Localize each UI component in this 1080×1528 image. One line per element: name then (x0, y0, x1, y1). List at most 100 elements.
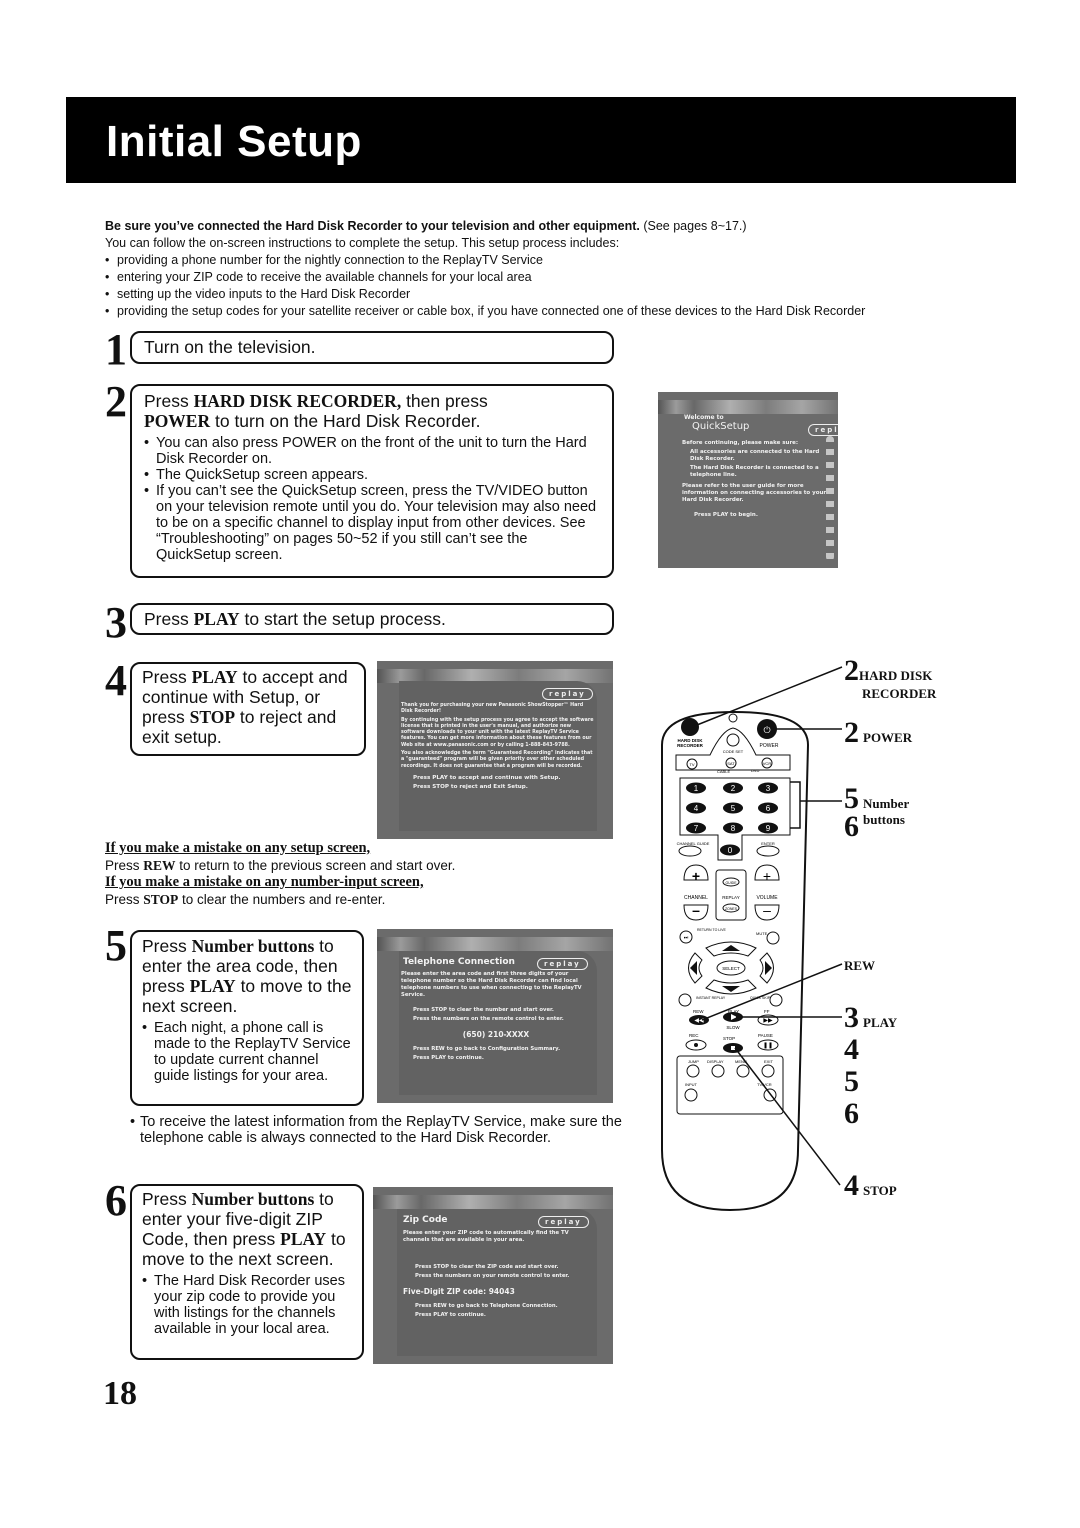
digit-label: 6 (766, 804, 771, 813)
zip-i1: Press STOP to clear the ZIP code and sta… (415, 1264, 559, 1270)
jump-label: JUMP (688, 1059, 699, 1064)
enter-label: ENTER (761, 841, 775, 846)
pause-icon: ❚❚ (763, 1042, 773, 1049)
text-fragment: Press (105, 892, 144, 907)
power-icon: ⏻ (763, 725, 770, 735)
tel-i1: Press STOP to clear the number and start… (413, 1007, 554, 1013)
bullet-glyph: • (130, 1114, 136, 1130)
step-5-note-text: To receive the latest information from t… (140, 1114, 622, 1146)
plus-icon: + (692, 868, 700, 884)
zip-value: Five-Digit ZIP code: 94043 (403, 1287, 515, 1296)
digit-label: 0 (728, 846, 733, 855)
mistake-text-setup: Press REW to return to the previous scre… (105, 857, 625, 874)
step-5-number: 5 (105, 921, 127, 970)
jump-button (686, 1064, 700, 1078)
number-buttons-key: Number buttons (191, 936, 315, 956)
cable-label: CABLE (717, 769, 730, 774)
callout-label: PLAY (863, 1015, 898, 1030)
channel-guide-label: CHANNEL GUIDE (677, 841, 710, 846)
step-2-box: Press HARD DISK RECORDER, then press POW… (130, 384, 614, 578)
zip-p1: Please enter your ZIP code to automatica… (403, 1230, 569, 1243)
exit-button (761, 1064, 775, 1078)
quick-skip-button (769, 993, 783, 1007)
zip-n2: Press PLAY to continue. (415, 1312, 486, 1318)
tel-title: Telephone Connection (403, 957, 515, 967)
mistake-text-number: Press STOP to clear the numbers and re-e… (105, 891, 625, 908)
enter-button (756, 845, 780, 857)
license-reject: Press STOP to reject and Exit Setup. (413, 783, 528, 790)
license-p2: By continuing with the setup process you… (401, 717, 594, 748)
record-icon (694, 1043, 698, 1047)
digit-label: 2 (731, 784, 736, 793)
callout-label: STOP (863, 1183, 897, 1198)
callout-step-number: 4 (844, 1169, 859, 1202)
callout-stop: 4 STOP (844, 1171, 897, 1201)
tel-p1: Please enter the area code and first thr… (401, 971, 582, 998)
title-banner: Initial Setup (66, 97, 1016, 183)
rew-label: REW (693, 1009, 704, 1014)
intro-bullet: setting up the video inputs to the Hard … (105, 286, 975, 303)
callout-step-number: 2 (844, 654, 859, 687)
intro-line-2: You can follow the on-screen instruction… (105, 236, 620, 250)
quicksetup-screen-image: Welcome to QuickSetup replay Before cont… (658, 392, 838, 568)
callout-label: buttons (863, 812, 905, 827)
digit-label: 9 (766, 824, 771, 833)
zip-i2: Press the numbers on your remote control… (415, 1273, 570, 1279)
step-5-box: Press Number buttons to enter the area c… (130, 930, 364, 1106)
display-button (711, 1064, 725, 1078)
intro-bullet: providing a phone number for the nightly… (105, 252, 975, 269)
play-key: PLAY (189, 976, 236, 996)
qs-lead: Before continuing, please make sure: (682, 440, 799, 446)
qs-action: Press PLAY to begin. (694, 512, 758, 518)
guide-label: GUIDE (725, 881, 737, 885)
step-6-text: Press Number buttons to enter your five-… (142, 1189, 356, 1269)
tv-label: TV (689, 762, 694, 767)
pause-label: PAUSE (758, 1033, 773, 1038)
step-3-box: Press PLAY to start the setup process. (130, 603, 614, 635)
callout-number-buttons: 5 Number 6 buttons (844, 784, 909, 842)
text-fragment: Press (142, 1189, 192, 1209)
digit-label: 4 (694, 804, 699, 813)
zip-n1: Press REW to go back to Telephone Connec… (415, 1303, 558, 1309)
ff-label: FF (764, 1009, 770, 1014)
vcr-label: VCR (763, 761, 772, 766)
replay-label: REPLAY (722, 895, 739, 900)
digit-label: 8 (731, 824, 736, 833)
step-1-box: Turn on the television. (130, 331, 614, 364)
callout-step-number: 2 (844, 716, 859, 749)
step-1-text: Turn on the television. (144, 337, 316, 357)
callout-power: 2 POWER (844, 718, 912, 748)
remote-control-illustration: ⏻ HARD DISK RECORDER POWER CODE SET TV S… (661, 666, 843, 1212)
tel-n1: Press REW to go back to Configuration Su… (413, 1046, 561, 1052)
callout-play: 3 PLAY 4 5 6 (844, 1003, 898, 1133)
callout-step-number: 5 (844, 1065, 859, 1098)
step-4-number: 4 (105, 656, 127, 705)
menu-button (736, 1064, 750, 1078)
code-set-button (726, 733, 740, 747)
qs-title: QuickSetup (692, 421, 750, 432)
minus-icon: – (692, 902, 700, 918)
zones-label: ZONES (725, 907, 738, 911)
step-5-bullet: Each night, a phone call is made to the … (142, 1020, 354, 1084)
intro-section: Be sure you’ve connected the Hard Disk R… (105, 218, 975, 320)
indicator-led (728, 713, 738, 723)
screen-header-stripe (373, 1195, 613, 1209)
qs-item: All accessories are connected to the Har… (690, 449, 820, 462)
input-button (684, 1088, 698, 1102)
digit-label: 1 (694, 784, 699, 793)
sat-label: SAT (727, 761, 735, 766)
step-2-heading: Press HARD DISK RECORDER, then press POW… (144, 391, 602, 431)
volume-label: VOLUME (756, 895, 778, 901)
callout-label: HARD DISK (859, 668, 933, 683)
step-2-bullet: If you can’t see the QuickSetup screen, … (144, 483, 602, 563)
digit-label: 5 (731, 804, 736, 813)
return-label: RETURN TO LIVE (697, 928, 727, 932)
replay-logo: replay (808, 424, 838, 436)
step-6-bullets: The Hard Disk Recorder uses your zip cod… (142, 1273, 356, 1337)
qs-body: Before continuing, please make sure: All… (682, 440, 832, 519)
callout-hard-disk-recorder: 2HARD DISK RECORDER (844, 656, 937, 703)
intro-bullet: entering your ZIP code to receive the av… (105, 269, 975, 286)
skip-to-end-icon: ⏭ (684, 935, 689, 941)
callout-label: RECORDER (862, 686, 937, 701)
step-2-bullet: The QuickSetup screen appears. (144, 467, 602, 483)
